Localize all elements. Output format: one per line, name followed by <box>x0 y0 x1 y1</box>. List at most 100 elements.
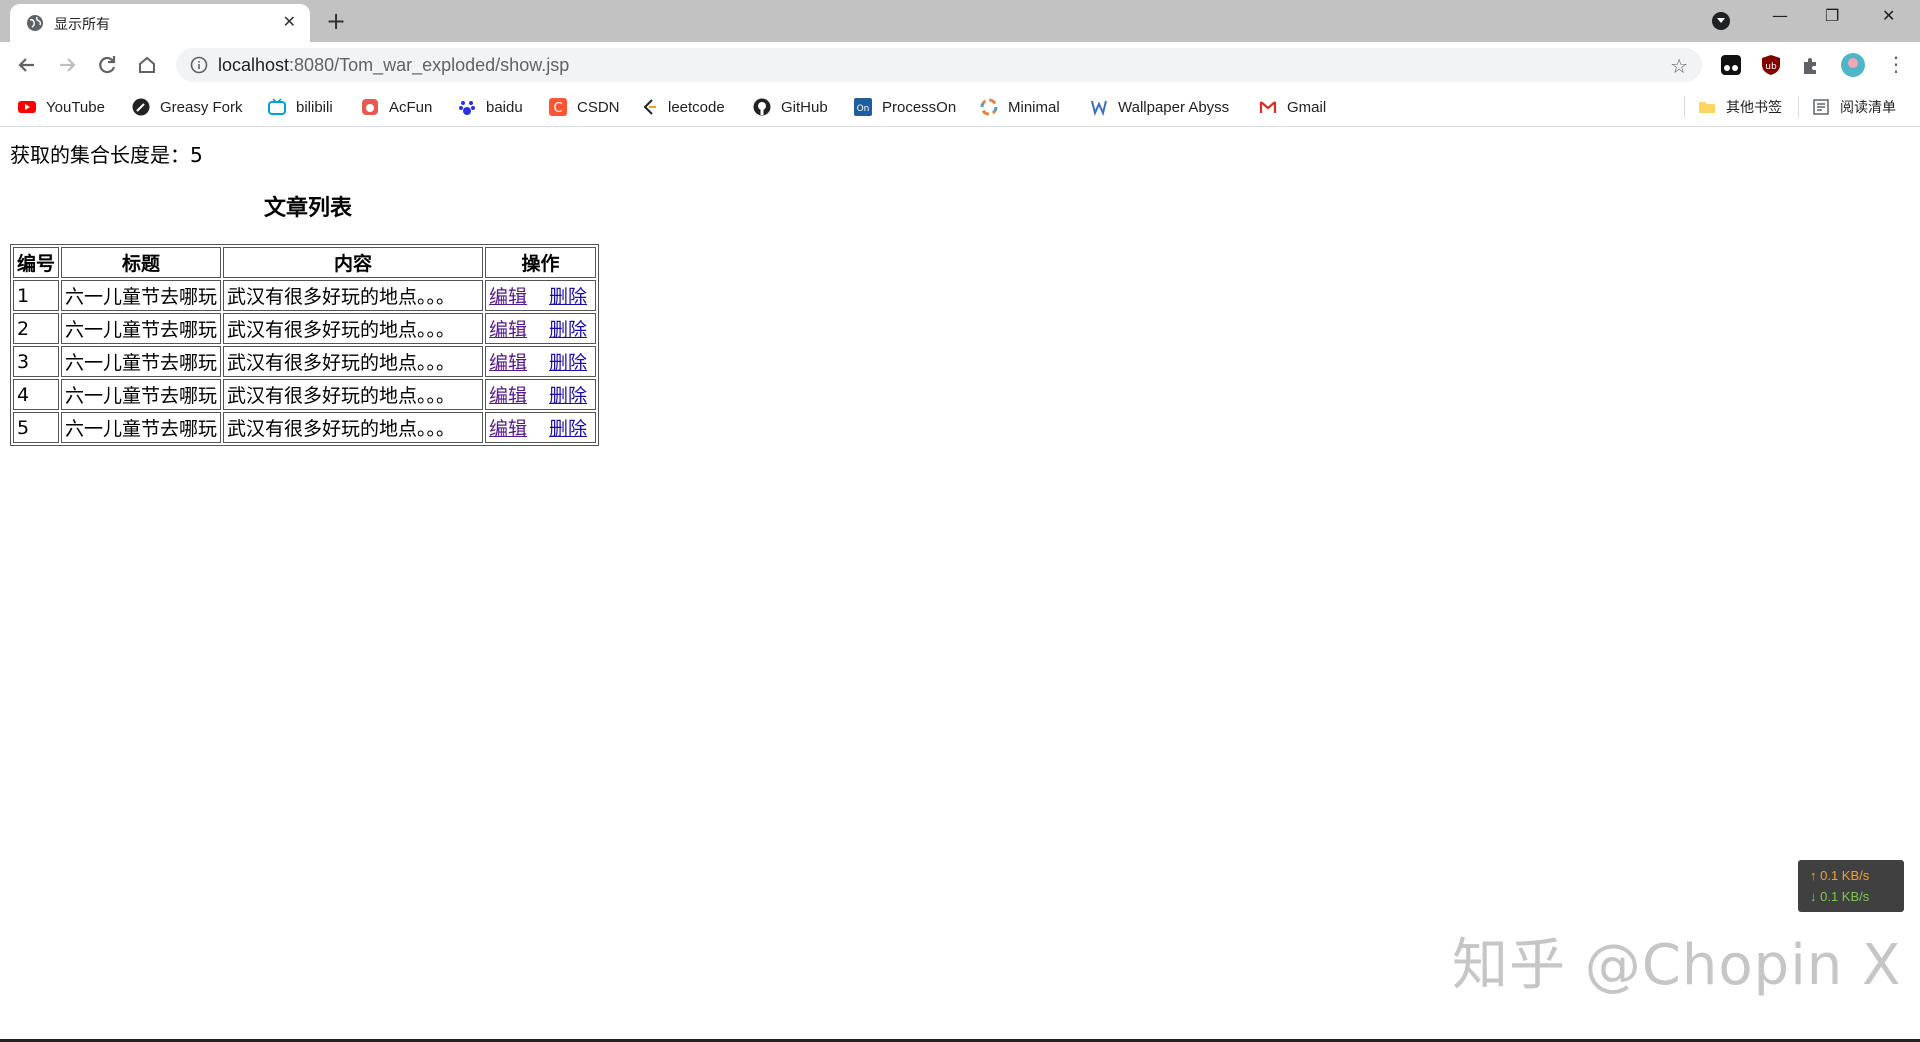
leetcode-icon <box>640 98 658 116</box>
delete-link[interactable]: 删除 <box>549 352 587 374</box>
bookmark-label: Minimal <box>1008 98 1060 116</box>
table-row: 4 六一儿童节去哪玩 武汉有很多好玩的地点。。。 编辑 删除 <box>13 379 597 410</box>
browser-toolbar: localhost:8080/Tom_war_exploded/show.jsp… <box>0 42 1920 88</box>
bookmark-label: bilibili <box>296 98 333 116</box>
header-id: 编号 <box>13 247 60 278</box>
browser-menu-icon[interactable]: ⋮ <box>1886 52 1908 76</box>
reading-list-button[interactable]: 阅读清单 <box>1812 96 1896 118</box>
cell-content: 武汉有很多好玩的地点。。。 <box>223 346 484 377</box>
folder-icon <box>1698 98 1716 116</box>
cell-actions: 编辑 删除 <box>485 346 597 377</box>
cell-id: 3 <box>13 346 60 377</box>
collection-count-text: 获取的集合长度是：5 <box>10 143 203 167</box>
table-row: 2 六一儿童节去哪玩 武汉有很多好玩的地点。。。 编辑 删除 <box>13 313 597 344</box>
back-arrow-icon[interactable] <box>12 50 42 80</box>
bookmark-csdn[interactable]: C CSDN <box>549 96 620 118</box>
bookmark-wallpaper-abyss[interactable]: Wallpaper Abyss <box>1090 96 1229 118</box>
gmail-icon <box>1259 98 1277 116</box>
header-content: 内容 <box>223 247 484 278</box>
delete-link[interactable]: 删除 <box>549 385 587 407</box>
bookmark-label: 阅读清单 <box>1840 99 1896 115</box>
tab-show-all[interactable]: 显示所有 ✕ <box>10 4 310 42</box>
bookmark-label: AcFun <box>389 98 433 116</box>
close-window-button[interactable]: ✕ <box>1882 6 1895 25</box>
bookmark-acfun[interactable]: AcFun <box>361 96 432 118</box>
reload-icon[interactable] <box>92 50 122 80</box>
cell-id: 4 <box>13 379 60 410</box>
tampermonkey-extension-icon[interactable] <box>1720 54 1742 76</box>
site-info-icon[interactable] <box>190 56 208 74</box>
edit-link[interactable]: 编辑 <box>489 418 527 440</box>
bookmark-label: Wallpaper Abyss <box>1118 98 1230 116</box>
greasy-fork-icon <box>132 98 150 116</box>
cell-content: 武汉有很多好玩的地点。。。 <box>223 379 484 410</box>
bookmark-label: leetcode <box>668 98 725 116</box>
bookmark-processon[interactable]: On ProcessOn <box>854 96 956 118</box>
home-icon[interactable] <box>132 50 162 80</box>
ublock-extension-icon[interactable]: ub <box>1760 54 1782 76</box>
wallpaper-abyss-icon <box>1090 98 1108 117</box>
bookmark-bilibili[interactable]: bilibili <box>268 96 333 118</box>
cell-title: 六一儿童节去哪玩 <box>61 412 222 443</box>
bookmark-greasy-fork[interactable]: Greasy Fork <box>132 96 243 118</box>
bookmark-baidu[interactable]: baidu <box>458 96 523 118</box>
cell-content: 武汉有很多好玩的地点。。。 <box>223 280 484 311</box>
github-icon <box>753 98 771 116</box>
url-text[interactable]: localhost:8080/Tom_war_exploded/show.jsp <box>218 55 569 76</box>
processon-icon: On <box>854 98 872 116</box>
bookmarks-bar: YouTube Greasy Fork bilibili AcFun baidu… <box>0 88 1920 127</box>
edit-link[interactable]: 编辑 <box>489 385 527 407</box>
url-path: :8080/Tom_war_exploded/show.jsp <box>289 55 570 75</box>
restore-button[interactable]: ❐ <box>1825 6 1839 25</box>
cell-id: 1 <box>13 280 60 311</box>
article-table: 编号 标题 内容 操作 1 六一儿童节去哪玩 武汉有很多好玩的地点。。。 编辑删… <box>10 244 600 446</box>
minimize-button[interactable]: — <box>1772 6 1788 25</box>
bookmark-label: GitHub <box>781 98 828 116</box>
cell-actions: 编辑 删除 <box>485 313 597 344</box>
cell-id: 2 <box>13 313 60 344</box>
bookmark-label: 其他书签 <box>1726 99 1782 115</box>
bookmark-leetcode[interactable]: leetcode <box>640 96 725 118</box>
bookmark-label: CSDN <box>577 98 620 116</box>
globe-icon <box>27 15 43 31</box>
reading-list-icon <box>1812 98 1830 116</box>
bookmark-github[interactable]: GitHub <box>753 96 828 118</box>
tab-title: 显示所有 <box>54 17 110 33</box>
tab-close-icon[interactable]: ✕ <box>283 12 296 31</box>
bookmark-label: baidu <box>486 98 523 116</box>
cell-id: 5 <box>13 412 60 443</box>
tab-search-icon[interactable] <box>1712 12 1730 30</box>
bookmark-label: YouTube <box>46 98 105 116</box>
delete-link[interactable]: 删除 <box>549 418 587 440</box>
minimal-icon <box>980 98 998 116</box>
bookmark-youtube[interactable]: YouTube <box>18 96 105 118</box>
table-caption: 文章列表 <box>263 196 352 221</box>
bookmark-other-folder[interactable]: 其他书签 <box>1698 96 1782 118</box>
bookmark-gmail[interactable]: Gmail <box>1259 96 1326 118</box>
profile-avatar[interactable] <box>1840 52 1866 78</box>
download-speed: ↓ 0.1 KB/s <box>1810 889 1870 904</box>
cell-title: 六一儿童节去哪玩 <box>61 280 222 311</box>
svg-text:On: On <box>857 104 870 114</box>
new-tab-button[interactable]: + <box>326 7 346 35</box>
forward-arrow-icon[interactable] <box>52 50 82 80</box>
svg-text:ub: ub <box>1765 62 1777 72</box>
acfun-icon <box>361 98 379 116</box>
bookmark-minimal[interactable]: Minimal <box>980 96 1060 118</box>
table-row: 3 六一儿童节去哪玩 武汉有很多好玩的地点。。。 编辑 删除 <box>13 346 597 377</box>
edit-link[interactable]: 编辑 <box>489 319 527 341</box>
page-content: 获取的集合长度是：5 文章列表 编号 标题 内容 操作 1 六一儿童节去哪玩 武… <box>0 127 1920 1042</box>
edit-link[interactable]: 编辑 <box>489 352 527 374</box>
bookmark-label: Greasy Fork <box>160 98 243 116</box>
delete-link[interactable]: 删除 <box>549 286 587 308</box>
network-speed-widget: ↑ 0.1 KB/s ↓ 0.1 KB/s <box>1798 860 1904 912</box>
address-bar[interactable]: localhost:8080/Tom_war_exploded/show.jsp… <box>176 48 1702 82</box>
delete-link[interactable]: 删除 <box>549 319 587 341</box>
zhihu-watermark: 知乎 @Chopin X <box>1452 933 1902 998</box>
edit-link[interactable]: 编辑 <box>489 286 527 308</box>
bookmarks-separator <box>1684 96 1685 118</box>
bookmark-star-icon[interactable]: ☆ <box>1670 54 1688 78</box>
extensions-puzzle-icon[interactable] <box>1800 54 1822 76</box>
bilibili-icon <box>268 98 286 116</box>
header-title: 标题 <box>61 247 222 278</box>
